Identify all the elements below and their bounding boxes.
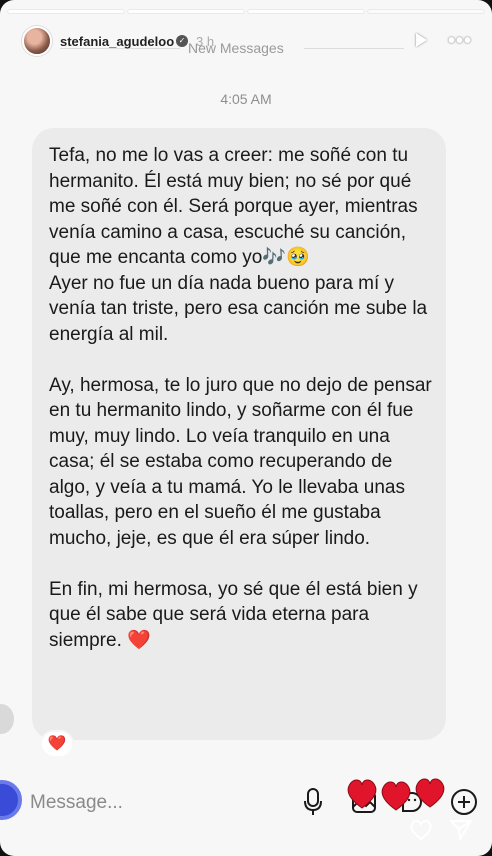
message-paragraph: Tefa, no me lo vas a creer: me soñé con … <box>49 145 428 345</box>
camera-button[interactable] <box>0 780 22 820</box>
message-reaction[interactable]: ❤️ <box>42 732 72 756</box>
message-timestamp: 4:05 AM <box>220 91 272 107</box>
message-paragraph: En fin, mi hermosa, yo sé que él está bi… <box>49 578 418 651</box>
message-input[interactable] <box>30 790 230 816</box>
story-time-ago: 3 h <box>196 34 215 49</box>
microphone-icon[interactable] <box>303 787 323 817</box>
story-viewer: New Messages stefania_agudeloo ✓ 3 h •••… <box>0 0 492 856</box>
plus-icon[interactable] <box>450 788 478 816</box>
verified-badge-icon: ✓ <box>176 35 188 47</box>
send-icon[interactable] <box>448 818 474 842</box>
sender-avatar <box>0 704 14 734</box>
story-username[interactable]: stefania_agudeloo <box>60 34 174 49</box>
message-bubble[interactable]: Tefa, no me lo vas a creer: me soñé con … <box>32 128 446 740</box>
message-paragraph: Ay, hermosa, te lo juro que no dejo de p… <box>49 374 432 549</box>
play-icon[interactable] <box>416 33 427 47</box>
divider-line-right <box>304 48 404 49</box>
story-header: New Messages stefania_agudeloo ✓ 3 h ••• <box>0 0 492 70</box>
floating-hearts-icon <box>347 778 445 811</box>
more-icon[interactable]: ••• <box>448 30 472 53</box>
heart-outline-icon[interactable] <box>408 818 434 842</box>
avatar[interactable] <box>22 26 52 56</box>
